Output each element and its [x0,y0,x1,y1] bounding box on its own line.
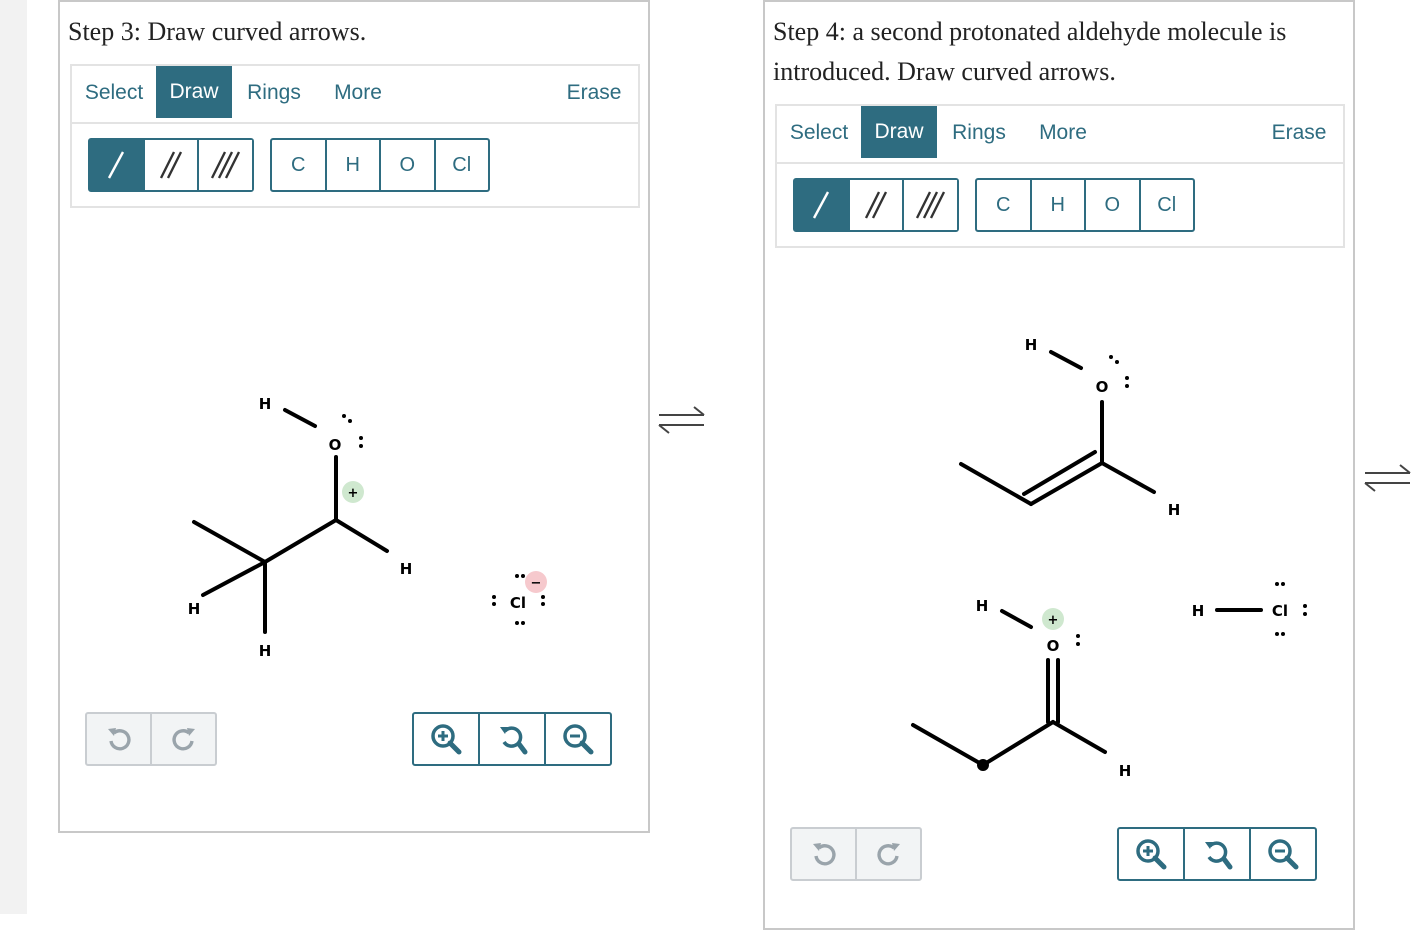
bond-c1-h [334,518,389,553]
step4-panel: Step 4: a second protonated aldehyde mol… [763,0,1355,930]
equilibrium-arrow-icon [1364,464,1411,492]
tab-more[interactable]: More [318,66,398,120]
zoom-reset-icon [1205,841,1233,870]
zoom-group [412,712,612,766]
tab-draw[interactable]: Draw [156,66,232,118]
undo-button[interactable] [792,829,857,879]
atom-o-top: O [1096,378,1109,396]
atom-h-bottom: H [259,642,272,660]
step3-toolbar: Select Draw Rings More Erase C H O Cl [70,64,640,208]
triple-bond-button[interactable] [199,140,253,190]
atom-h-lower: H [976,597,989,615]
tab-draw[interactable]: Draw [861,106,937,158]
undo-redo-group [790,827,922,881]
single-bond-button[interactable] [90,140,145,190]
double-bond-icon [864,191,888,219]
zoom-in-icon [1136,839,1167,870]
double-bond-icon [159,151,183,179]
atom-o-lower: O [1047,637,1060,655]
redo-button[interactable] [152,714,215,764]
atom-hcl-h: H [1192,602,1205,620]
left-gutter [0,0,27,914]
bond-c2-ch3 [192,520,267,564]
undo-icon [812,843,836,866]
atom-button-group: C H O Cl [975,178,1195,232]
bond-h-o [283,408,317,428]
tab-select[interactable]: Select [777,106,861,160]
undo-redo-group [85,712,217,766]
zoom-group [1117,827,1317,881]
atom-button-group: C H O Cl [270,138,490,192]
tab-erase[interactable]: Erase [1267,106,1331,160]
atom-cl: Cl [510,594,526,612]
atom-h-top: H [1025,336,1038,354]
single-bond-icon [813,191,830,219]
atom-o-button[interactable]: O [381,140,436,190]
step3-tabs: Select Draw Rings More Erase [72,66,638,124]
tab-rings[interactable]: Rings [236,66,312,120]
tab-rings[interactable]: Rings [941,106,1017,160]
zoom-in-button[interactable] [1119,829,1185,879]
bond-button-group [793,178,959,232]
redo-button[interactable] [857,829,920,879]
atom-h-top: H [259,395,272,413]
atom-c-button[interactable]: C [272,140,327,190]
positive-charge: + [348,486,359,501]
single-bond-button[interactable] [795,180,850,230]
step4-drawing-canvas[interactable]: H O H H O H H Cl + [765,252,1353,812]
atom-h-right: H [400,560,413,578]
undo-button[interactable] [87,714,152,764]
bond-c2-hl [201,560,267,597]
positive-charge: + [1048,613,1059,628]
double-bond-button[interactable] [849,180,905,230]
negative-charge: − [531,576,542,591]
atom-h-bottom: H [1119,762,1132,780]
step4-molecules: H O H H O H H Cl + [911,336,1307,780]
bond-button-group [88,138,254,192]
step3-title: Step 3: Draw curved arrows. [68,17,367,46]
equilibrium-arrow-icon [658,406,705,434]
atom-cl-button[interactable]: Cl [1141,180,1194,230]
step4-title: Step 4: a second protonated aldehyde mol… [773,17,1287,86]
atom-h-left: H [188,600,201,618]
atom-o-button[interactable]: O [1086,180,1141,230]
zoom-reset-icon [500,726,528,755]
single-bond-icon [108,151,125,179]
zoom-in-icon [431,724,462,755]
tab-select[interactable]: Select [72,66,156,120]
atom-c-button[interactable]: C [977,180,1032,230]
step3-drawing-canvas[interactable]: H O H H H Cl + − [60,212,648,692]
redo-icon [171,728,195,751]
atom-h-button[interactable]: H [1032,180,1086,230]
zoom-out-icon [1268,839,1299,870]
triple-bond-icon [210,151,240,179]
atom-h-mid: H [1168,501,1181,519]
atom-hcl-cl: Cl [1272,602,1288,620]
undo-icon [107,728,131,751]
double-bond-button[interactable] [144,140,200,190]
triple-bond-button[interactable] [904,180,958,230]
tab-more[interactable]: More [1023,106,1103,160]
redo-icon [876,843,900,866]
atom-o: O [329,436,342,454]
zoom-in-button[interactable] [414,714,480,764]
step4-tabs: Select Draw Rings More Erase [777,106,1343,164]
atom-h-button[interactable]: H [327,140,381,190]
step4-toolbar: Select Draw Rings More Erase C H O Cl [775,104,1345,248]
bond-c1-c2 [263,518,338,564]
zoom-reset-button[interactable] [1185,829,1251,879]
step3-panel: Step 3: Draw curved arrows. Select Draw … [58,0,650,833]
step3-molecule: H O H H H Cl + − [188,395,547,660]
zoom-out-icon [563,724,594,755]
atom-cl-button[interactable]: Cl [436,140,489,190]
zoom-out-button[interactable] [1251,829,1315,879]
tab-erase[interactable]: Erase [562,66,626,120]
zoom-out-button[interactable] [546,714,610,764]
zoom-reset-button[interactable] [480,714,546,764]
triple-bond-icon [915,191,945,219]
